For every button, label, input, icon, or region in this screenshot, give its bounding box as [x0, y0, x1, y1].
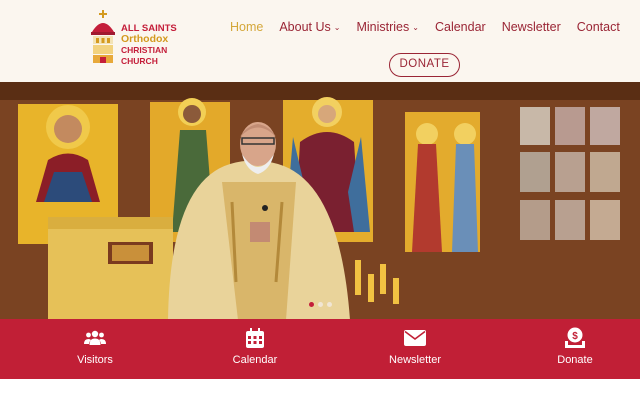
carousel-dot[interactable] [318, 302, 323, 307]
nav-home[interactable]: Home [230, 20, 263, 36]
chevron-down-icon: ⌄ [333, 23, 341, 32]
nav-about-label: About Us [279, 20, 331, 34]
calendar-icon [190, 327, 320, 349]
church-dome-icon [91, 10, 115, 63]
site-header: ALL SAINTS Orthodox CHRISTIAN CHURCH Hom… [0, 0, 640, 82]
logo-text: ALL SAINTS Orthodox CHRISTIAN CHURCH [121, 23, 201, 67]
nav-contact[interactable]: Contact [577, 20, 620, 36]
logo-line-3: CHRISTIAN [121, 45, 168, 55]
carousel-dots [309, 302, 332, 307]
quick-link-visitors[interactable]: Visitors [30, 319, 160, 379]
users-icon [30, 327, 160, 349]
nav-newsletter-label: Newsletter [501, 20, 561, 34]
quick-link-donate-label: Donate [557, 354, 593, 366]
svg-text:$: $ [572, 331, 578, 342]
page-bottom-spacer [0, 379, 640, 400]
nav-calendar-label: Calendar [434, 20, 486, 34]
quick-link-donate[interactable]: $ Donate [510, 319, 640, 379]
logo-line-4: CHURCH [121, 56, 158, 66]
quick-link-calendar[interactable]: Calendar [190, 319, 320, 379]
envelope-icon [350, 327, 480, 349]
nav-ministries-label: Ministries [356, 20, 410, 34]
nav-ministries[interactable]: Ministries ⌄ [356, 20, 419, 36]
nav-about-us[interactable]: About Us ⌄ [279, 20, 340, 36]
church-logo[interactable]: ALL SAINTS Orthodox CHRISTIAN CHURCH [88, 10, 188, 70]
nav-newsletter[interactable]: Newsletter [502, 20, 561, 36]
logo-line-2: Orthodox [121, 33, 169, 45]
quick-links-bar: Visitors Calendar Newsletter $ Donate [0, 319, 640, 379]
nav-contact-label: Contact [576, 20, 620, 34]
quick-link-visitors-label: Visitors [77, 354, 113, 366]
nav-calendar[interactable]: Calendar [435, 20, 486, 36]
carousel-dot[interactable] [327, 302, 332, 307]
nav-home-label: Home [230, 20, 264, 34]
donate-button[interactable]: DONATE [389, 53, 460, 77]
main-nav: Home About Us ⌄ Ministries ⌄ Calendar News… [230, 20, 620, 36]
quick-link-newsletter[interactable]: Newsletter [350, 319, 480, 379]
hero-carousel [0, 82, 640, 320]
carousel-dot[interactable] [309, 302, 314, 307]
quick-link-calendar-label: Calendar [232, 354, 278, 366]
donate-icon: $ [510, 327, 640, 349]
quick-link-newsletter-label: Newsletter [389, 354, 441, 366]
chevron-down-icon: ⌄ [412, 23, 419, 32]
hero-photo-liturgy [0, 82, 640, 320]
